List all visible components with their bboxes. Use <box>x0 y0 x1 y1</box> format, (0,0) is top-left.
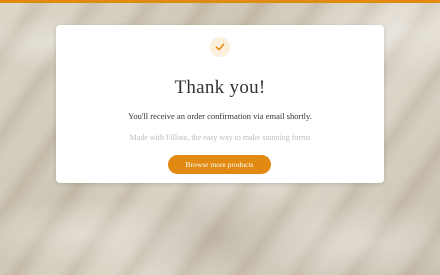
check-icon <box>215 43 225 51</box>
browse-products-button[interactable]: Browse more products <box>168 155 271 174</box>
page-title: Thank you! <box>174 77 266 98</box>
check-badge <box>210 37 230 57</box>
confirmation-message: You'll receive an order confirmation via… <box>128 111 312 121</box>
made-with-link[interactable]: Made with Fillout, the easy way to make … <box>56 133 384 142</box>
confirmation-card: Thank you! You'll receive an order confi… <box>56 25 384 183</box>
